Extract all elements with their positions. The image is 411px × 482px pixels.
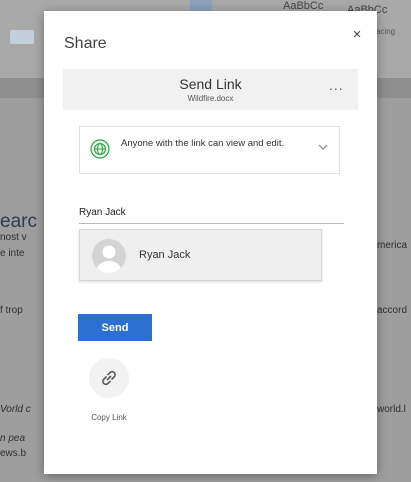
avatar [92, 239, 126, 273]
copy-link-button[interactable] [89, 358, 129, 398]
doc-text-fragment: Vorld c [0, 404, 31, 415]
link-permissions-dropdown[interactable]: Anyone with the link can view and edit. [79, 126, 340, 174]
permission-text: Anyone with the link can view and edit. [121, 138, 285, 149]
copy-link-label: Copy Link [91, 413, 127, 422]
doc-text-fragment: e inte [0, 248, 25, 259]
style-preview-3: acing [376, 27, 396, 36]
close-button[interactable]: × [349, 27, 365, 43]
doc-text-fragment: world.l [377, 404, 406, 415]
doc-heading-fragment: earc [0, 211, 37, 232]
send-button[interactable]: Send [78, 314, 152, 341]
link-icon [102, 370, 116, 386]
more-options-button[interactable]: ... [329, 77, 344, 93]
contact-suggestion[interactable]: Ryan Jack [79, 229, 322, 281]
ribbon-icon [10, 30, 34, 44]
person-icon [97, 245, 121, 273]
file-name: Wildfire.docx [187, 94, 234, 103]
globe-icon [90, 139, 110, 159]
send-link-title: Send Link [179, 76, 242, 92]
doc-text-fragment: ews.b [0, 448, 27, 459]
doc-text-fragment: f trop [0, 305, 23, 316]
dialog-title: Share [64, 35, 107, 52]
doc-text-fragment: nost v [0, 232, 27, 243]
doc-text-fragment: merica [377, 240, 408, 251]
doc-text-fragment: n pea [0, 433, 26, 444]
share-dialog: Share × Send Link Wildfire.docx ... Anyo… [44, 11, 377, 474]
contact-name: Ryan Jack [139, 249, 191, 261]
chevron-down-icon [318, 144, 328, 150]
send-link-header: Send Link Wildfire.docx ... [63, 69, 358, 110]
recipient-input[interactable] [79, 202, 344, 224]
doc-text-fragment: accord [377, 305, 408, 316]
